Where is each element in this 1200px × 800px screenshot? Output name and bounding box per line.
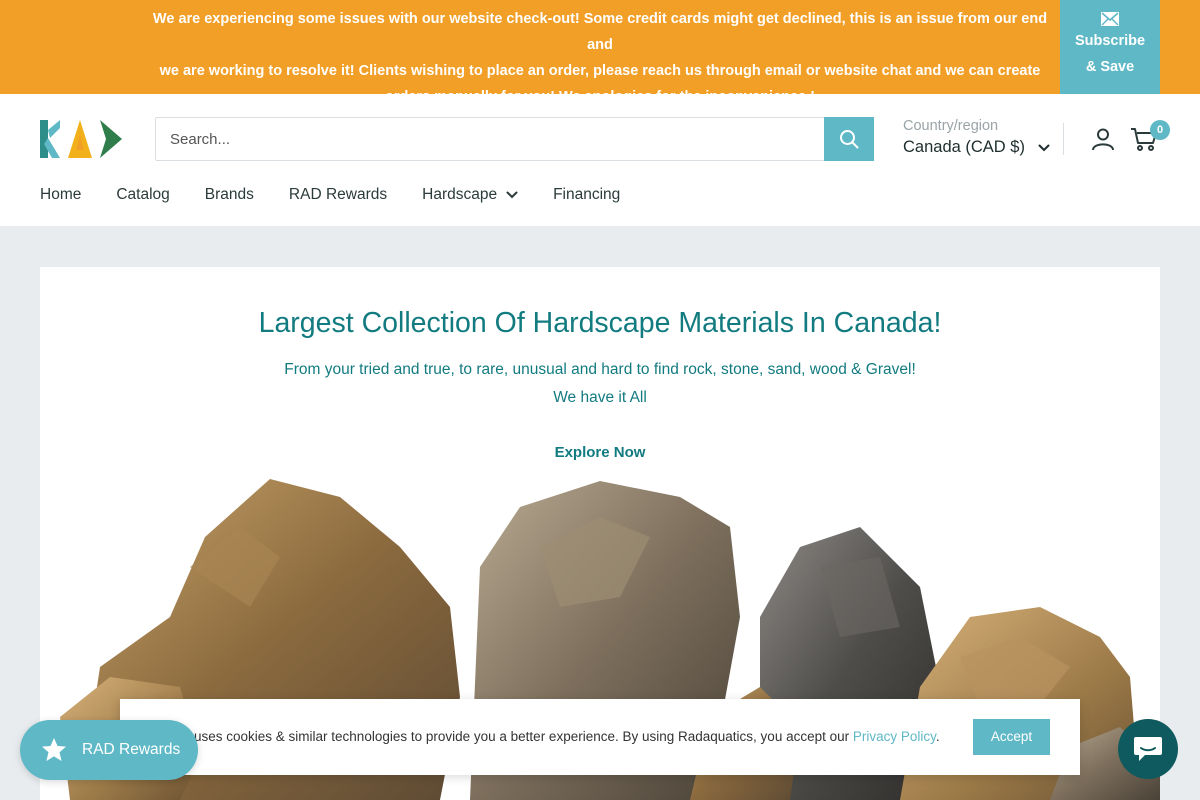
nav-item-label: Catalog [116,186,170,203]
nav-item-label: Hardscape [422,186,498,203]
accept-cookies-button[interactable]: Accept [973,719,1050,755]
region-selector[interactable]: Canada (CAD $) [903,138,1050,157]
chat-bubble-icon [1134,737,1162,761]
search-box [155,117,874,161]
nav-item-label: Brands [204,186,254,203]
search-button[interactable] [824,117,874,161]
rewards-launcher[interactable]: RAD Rewards [20,720,198,780]
cart-count-badge: 0 [1150,120,1170,140]
star-icon [42,738,66,761]
nav-item-hardscape[interactable]: Hardscape [422,186,518,204]
nav-item-label: Home [40,186,82,203]
chat-button[interactable] [1118,719,1178,779]
main-nav: Home Catalog Brands RAD Rewards Hardscap… [40,186,655,204]
nav-item-label: RAD Rewards [288,186,388,203]
subscribe-label: Subscribe [1074,33,1146,49]
region-label: Country/region [903,118,999,134]
nav-item-brands[interactable]: Brands [205,186,254,204]
user-icon[interactable] [1091,127,1115,151]
cookie-banner: uses cookies & similar technologies to p… [120,699,1080,775]
search-icon [840,130,859,149]
announcement-bar: We are experiencing some issues with our… [0,0,1200,105]
site-header: Country/region Canada (CAD $) 0 Home Cat… [0,94,1200,226]
nav-item-financing[interactable]: Financing [553,186,620,204]
hero-subtitle-line: We have it All [553,389,647,406]
logo[interactable] [40,120,122,158]
hero-title: Largest Collection Of Hardscape Material… [258,307,942,339]
hero-subtitle: From your tried and true, to rare, unusu… [40,356,1160,412]
search-input[interactable] [156,118,825,160]
nav-item-label: Financing [553,186,621,203]
chevron-down-icon [1038,144,1050,152]
subscribe-button[interactable]: Subscribe & Save [1060,0,1160,94]
header-divider [1063,123,1064,155]
nav-item-home[interactable]: Home [40,186,81,204]
cookie-text: uses cookies & similar technologies to p… [194,729,940,744]
chevron-down-icon [506,191,518,199]
hero-subtitle-line: From your tried and true, to rare, unusu… [284,361,916,378]
explore-now-link[interactable]: Explore Now [500,444,700,461]
cookie-message: uses cookies & similar technologies to p… [194,729,850,744]
announcement-line: we are working to resolve it! Clients wi… [159,63,1041,79]
nav-item-catalog[interactable]: Catalog [116,186,169,204]
cookie-period: . [935,729,940,744]
region-value: Canada (CAD $) [903,138,1025,156]
envelope-icon [1101,12,1119,26]
announcement-line: We are experiencing some issues with our… [152,11,1048,53]
subscribe-label: & Save [1085,59,1135,75]
nav-item-rad-rewards[interactable]: RAD Rewards [289,186,387,204]
privacy-policy-link[interactable]: Privacy Policy [853,729,936,744]
rewards-label: RAD Rewards [82,741,181,758]
